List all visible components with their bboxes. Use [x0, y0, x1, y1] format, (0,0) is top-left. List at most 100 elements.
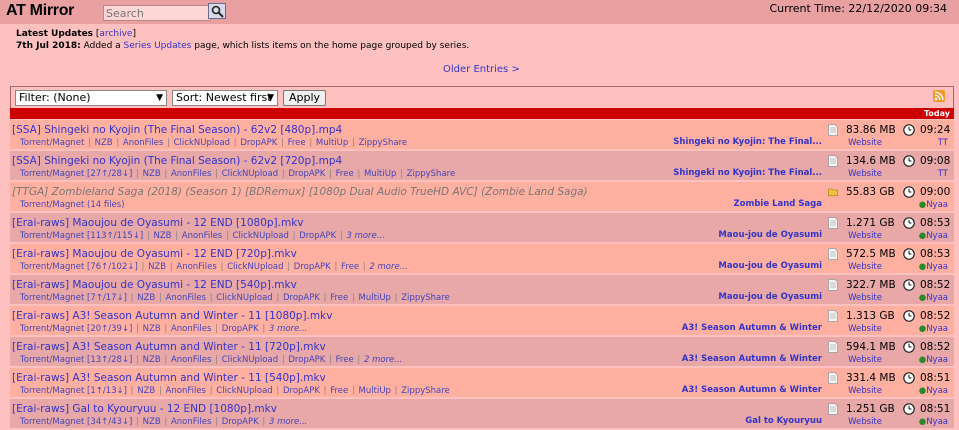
website-link[interactable]: Website — [846, 324, 882, 334]
entry-title[interactable]: [SSA] Shingeki no Kyojin (The Final Seas… — [12, 155, 342, 167]
more-links[interactable]: 3 more... — [269, 324, 307, 334]
series-link[interactable]: Maou-jou de Oyasumi — [718, 261, 822, 271]
download-link[interactable]: Free — [336, 355, 354, 365]
download-link[interactable]: NZB — [137, 386, 155, 396]
website-link[interactable]: Website — [846, 169, 882, 179]
download-link[interactable]: DropAPK — [288, 169, 325, 179]
download-link[interactable]: NZB — [143, 417, 161, 427]
download-link[interactable]: ClickNUpload — [222, 169, 278, 179]
series-link[interactable]: Zombie Land Saga — [733, 199, 822, 209]
download-link[interactable]: Free — [336, 169, 354, 179]
download-link[interactable]: DropAPK — [283, 293, 320, 303]
download-link[interactable]: DropAPK — [283, 386, 320, 396]
download-link[interactable]: DropAPK — [222, 417, 259, 427]
download-link[interactable]: Torrent/Magnet [113↑/115↓] — [20, 231, 143, 241]
download-link[interactable]: AnonFiles — [171, 417, 211, 427]
download-link[interactable]: AnonFiles — [182, 231, 222, 241]
entry-title[interactable]: [SSA] Shingeki no Kyojin (The Final Seas… — [12, 124, 342, 136]
submitter-link[interactable]: ●Nyaa — [918, 417, 948, 427]
entry-title[interactable]: [Erai-raws] A3! Season Autumn and Winter… — [12, 372, 326, 384]
older-entries-link[interactable]: Older Entries > — [443, 64, 520, 75]
submitter-link[interactable]: ●Nyaa — [918, 355, 948, 365]
series-link[interactable]: A3! Season Autumn & Winter — [682, 354, 822, 364]
download-link[interactable]: DropAPK — [222, 324, 259, 334]
download-link[interactable]: ZippyShare — [401, 386, 450, 396]
submitter-link[interactable]: ●Nyaa — [918, 262, 948, 272]
download-link[interactable]: NZB — [143, 324, 161, 334]
download-link[interactable]: Torrent/Magnet [7↑/17↓] — [20, 293, 127, 303]
submitter-link[interactable]: ●Nyaa — [918, 324, 948, 334]
download-link[interactable]: ClickNUpload — [227, 262, 283, 272]
download-link[interactable]: DropAPK — [294, 262, 331, 272]
series-link[interactable]: Shingeki no Kyojin: The Final... — [673, 168, 822, 178]
website-link[interactable]: Website — [846, 231, 882, 241]
download-link[interactable]: ZippyShare — [401, 293, 450, 303]
download-link[interactable]: MultiUp — [316, 138, 348, 148]
more-links[interactable]: 2 more... — [364, 355, 402, 365]
download-link[interactable]: AnonFiles — [166, 293, 206, 303]
download-link[interactable]: Free — [341, 262, 359, 272]
download-link[interactable]: DropAPK — [240, 138, 277, 148]
entry-title[interactable]: [TTGA] Zombieland Saga (2018) (Season 1)… — [12, 186, 588, 198]
download-link[interactable]: MultiUp — [359, 293, 391, 303]
download-link[interactable]: ClickNUpload — [222, 355, 278, 365]
download-link[interactable]: Free — [288, 138, 306, 148]
download-link[interactable]: ClickNUpload — [233, 231, 289, 241]
download-link[interactable]: ClickNUpload — [216, 386, 272, 396]
entry-title[interactable]: [Erai-raws] Maoujou de Oyasumi - 12 END … — [12, 279, 297, 291]
website-link[interactable]: Website — [846, 262, 882, 272]
download-link[interactable]: Free — [330, 386, 348, 396]
series-link[interactable]: Gal to Kyouryuu — [745, 416, 822, 426]
site-logo[interactable]: AT Mirror — [6, 2, 74, 20]
series-link[interactable]: Maou-jou de Oyasumi — [718, 292, 822, 302]
website-link[interactable]: Website — [846, 355, 882, 365]
sort-select[interactable]: Sort: Newest first ▼ — [172, 90, 278, 106]
submitter-link[interactable]: ●Nyaa — [918, 200, 948, 210]
download-link[interactable]: ZippyShare — [407, 169, 456, 179]
archive-link[interactable]: archive — [99, 29, 132, 39]
download-link[interactable]: ClickNUpload — [174, 138, 230, 148]
download-link[interactable]: ZippyShare — [359, 138, 408, 148]
download-link[interactable]: Torrent/Magnet [1↑/13↓] — [20, 386, 127, 396]
download-link[interactable]: Torrent/Magnet [20↑/39↓] — [20, 324, 132, 334]
entry-title[interactable]: [Erai-raws] A3! Season Autumn and Winter… — [12, 310, 332, 322]
download-link[interactable]: NZB — [148, 262, 166, 272]
download-link[interactable]: AnonFiles — [171, 169, 211, 179]
download-link[interactable]: Torrent/Magnet (14 files) — [20, 200, 125, 210]
download-link[interactable]: MultiUp — [364, 169, 396, 179]
entry-title[interactable]: [Erai-raws] Gal to Kyouryuu - 12 END [10… — [12, 403, 277, 415]
download-link[interactable]: NZB — [95, 138, 113, 148]
entry-title[interactable]: [Erai-raws] Maoujou de Oyasumi - 12 END … — [12, 248, 297, 260]
download-link[interactable]: DropAPK — [288, 355, 325, 365]
website-link[interactable]: Website — [846, 293, 882, 303]
download-link[interactable]: Torrent/Magnet [76↑/102↓] — [20, 262, 138, 272]
download-link[interactable]: MultiUp — [359, 386, 391, 396]
download-link[interactable]: Torrent/Magnet [34↑/43↓] — [20, 417, 132, 427]
download-link[interactable]: Torrent/Magnet [13↑/28↓] — [20, 355, 132, 365]
download-link[interactable]: Torrent/Magnet [27↑/28↓] — [20, 169, 132, 179]
search-input[interactable] — [103, 5, 211, 21]
submitter-link[interactable]: TT — [918, 169, 948, 179]
series-link[interactable]: A3! Season Autumn & Winter — [682, 323, 822, 333]
download-link[interactable]: AnonFiles — [166, 386, 206, 396]
download-link[interactable]: DropAPK — [299, 231, 336, 241]
download-link[interactable]: ClickNUpload — [216, 293, 272, 303]
entry-title[interactable]: [Erai-raws] Maoujou de Oyasumi - 12 END … — [12, 217, 304, 229]
download-link[interactable]: NZB — [137, 293, 155, 303]
download-link[interactable]: NZB — [143, 169, 161, 179]
series-updates-link[interactable]: Series Updates — [124, 41, 192, 51]
entry-title[interactable]: [Erai-raws] A3! Season Autumn and Winter… — [12, 341, 326, 353]
download-link[interactable]: AnonFiles — [171, 355, 211, 365]
search-button[interactable] — [208, 3, 226, 19]
download-link[interactable]: AnonFiles — [176, 262, 216, 272]
filter-select[interactable]: Filter: (None) ▼ — [15, 90, 167, 106]
series-link[interactable]: A3! Season Autumn & Winter — [682, 385, 822, 395]
download-link[interactable]: Free — [330, 293, 348, 303]
series-link[interactable]: Maou-jou de Oyasumi — [718, 230, 822, 240]
submitter-link[interactable]: ●Nyaa — [918, 293, 948, 303]
submitter-link[interactable]: ●Nyaa — [918, 231, 948, 241]
rss-icon[interactable] — [933, 90, 945, 102]
series-link[interactable]: Shingeki no Kyojin: The Final... — [673, 137, 822, 147]
submitter-link[interactable]: ●Nyaa — [918, 386, 948, 396]
download-link[interactable]: Torrent/Magnet — [20, 138, 84, 148]
